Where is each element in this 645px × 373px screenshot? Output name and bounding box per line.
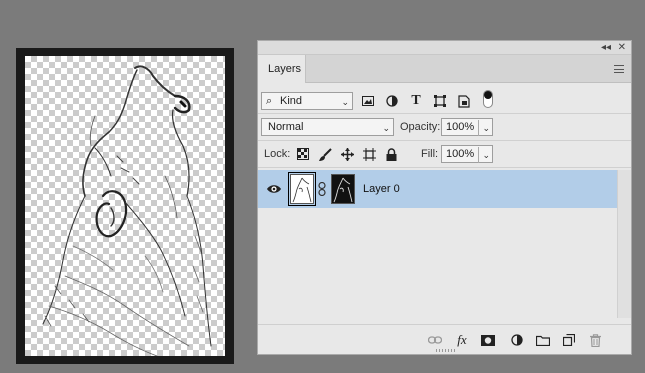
adjustment-layer-icon[interactable]: [509, 332, 525, 348]
image-filter-icon[interactable]: [360, 93, 376, 109]
hamburger-menu-icon[interactable]: [614, 65, 624, 73]
blend-row: Normal ⌄ Opacity: 100% ⌄: [258, 114, 631, 140]
layers-bottom-toolbar: fx: [258, 324, 631, 354]
filter-kind-value: Kind: [280, 95, 303, 107]
search-icon: ⌕: [266, 95, 273, 107]
lock-all-icon[interactable]: [383, 146, 399, 162]
resize-grip[interactable]: [436, 349, 456, 352]
panel-tab-row: Layers: [258, 55, 631, 83]
layer-mask-thumbnail[interactable]: [331, 174, 355, 204]
document-canvas[interactable]: [16, 48, 234, 364]
new-group-icon[interactable]: [535, 332, 551, 348]
filter-kind-select[interactable]: ⌕ Kind ⌄: [261, 92, 353, 110]
new-layer-icon[interactable]: [561, 332, 577, 348]
filter-row: ⌕ Kind ⌄ T: [258, 89, 631, 113]
delete-layer-icon[interactable]: [587, 332, 603, 348]
lock-image-pixels-icon[interactable]: [317, 146, 333, 162]
canvas-image[interactable]: [25, 56, 225, 356]
tab-layers[interactable]: Layers: [258, 55, 306, 83]
adjustment-filter-icon[interactable]: [384, 93, 400, 109]
lock-row: Lock: Fill: 100% ⌄: [258, 141, 631, 167]
fill-label: Fill:: [421, 148, 439, 160]
blend-mode-select[interactable]: Normal ⌄: [261, 118, 394, 136]
chevron-down-icon[interactable]: ⌄: [478, 120, 490, 136]
fill-value: 100%: [446, 148, 475, 160]
collapse-panel-icon[interactable]: ◂◂: [601, 41, 611, 55]
close-panel-icon[interactable]: ✕: [618, 41, 626, 55]
visibility-eye-icon[interactable]: [267, 183, 281, 195]
mask-link-icon[interactable]: [317, 182, 327, 196]
opacity-label: Opacity:: [400, 121, 441, 133]
lock-transparent-pixels-icon[interactable]: [295, 146, 311, 162]
smart-object-filter-icon[interactable]: [456, 93, 472, 109]
opacity-value: 100%: [446, 121, 475, 133]
wolf-sketch-image: [42, 65, 212, 356]
layer-row[interactable]: Layer 0: [258, 170, 617, 208]
fill-field[interactable]: 100% ⌄: [441, 145, 493, 163]
panel-titlebar: ◂◂ ✕: [258, 41, 631, 55]
link-layers-icon[interactable]: [427, 332, 443, 348]
chevron-down-icon: ⌄: [341, 97, 349, 107]
blend-mode-value: Normal: [268, 121, 304, 133]
shape-filter-icon[interactable]: [432, 93, 448, 109]
layer-thumbnail[interactable]: [288, 172, 316, 206]
opacity-field[interactable]: 100% ⌄: [441, 118, 493, 136]
fx-icon[interactable]: fx: [454, 332, 470, 348]
lock-artboard-icon[interactable]: [361, 146, 377, 162]
type-filter-icon[interactable]: T: [408, 93, 424, 109]
layers-panel: ◂◂ ✕ Layers ⌕ Kind ⌄ T Normal ⌄ Opacity:…: [257, 40, 632, 355]
lock-position-icon[interactable]: [339, 146, 355, 162]
layers-scrollbar[interactable]: [617, 170, 631, 318]
chevron-down-icon[interactable]: ⌄: [478, 147, 490, 163]
layer-name[interactable]: Layer 0: [363, 170, 400, 208]
add-mask-icon[interactable]: [480, 332, 496, 348]
lock-label: Lock:: [264, 148, 291, 160]
filter-toggle-icon[interactable]: [480, 90, 496, 108]
chevron-down-icon: ⌄: [382, 123, 390, 133]
